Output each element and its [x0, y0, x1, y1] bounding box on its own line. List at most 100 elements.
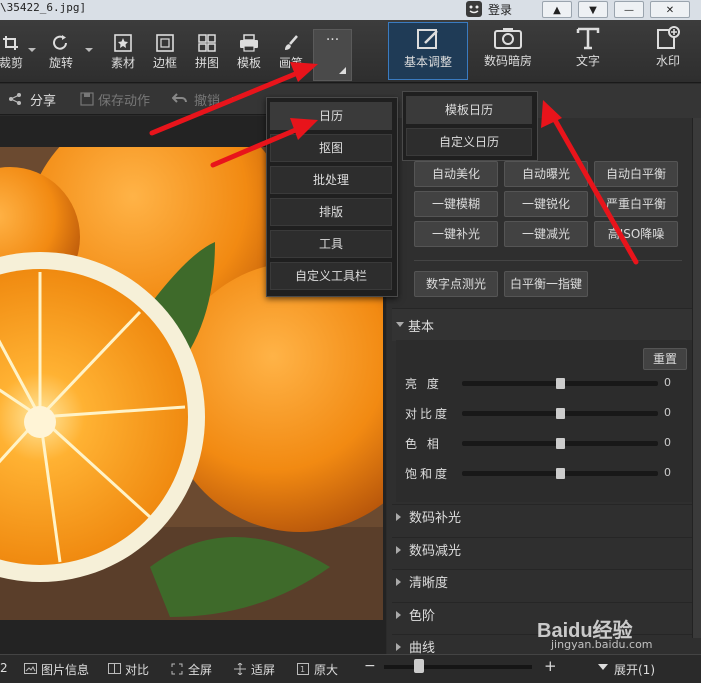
brush-button[interactable]: 画笔 — [272, 20, 310, 78]
image-info-button[interactable]: 图片信息 — [41, 661, 89, 678]
fit-screen-button[interactable]: 适屏 — [251, 661, 275, 678]
menu-item-calendar[interactable]: 日历 — [270, 102, 392, 130]
more-tools-button[interactable]: ··· — [313, 29, 352, 81]
submenu-item-custom-calendar[interactable]: 自定义日历 — [406, 128, 532, 156]
fullscreen-button[interactable]: 全屏 — [188, 661, 212, 678]
high-iso-denoise-button[interactable]: 高ISO降噪 — [594, 221, 678, 247]
share-button[interactable]: 分享 — [30, 90, 56, 109]
tab-digital-darkroom[interactable]: 数码暗房 — [468, 22, 548, 80]
template-button[interactable]: 模板 — [230, 20, 268, 78]
save-action-icon — [80, 92, 94, 109]
collapsed-arrow-icon — [396, 578, 401, 586]
reset-button[interactable]: 重置 — [643, 348, 687, 370]
submenu-item-template-calendar[interactable]: 模板日历 — [406, 96, 532, 124]
fullscreen-icon — [171, 663, 183, 678]
expand-icon — [598, 664, 608, 670]
slider-label-saturation: 饱和度 — [405, 467, 451, 481]
compare-icon — [108, 663, 121, 677]
auto-exposure-button[interactable]: 自动曝光 — [504, 161, 588, 187]
saturation-slider-track[interactable] — [462, 468, 658, 479]
panel-scrollbar[interactable] — [692, 118, 701, 638]
hue-slider-thumb[interactable] — [556, 438, 565, 449]
user-avatar-icon[interactable] — [466, 1, 482, 17]
contrast-slider-track[interactable] — [462, 408, 658, 419]
menu-button[interactable]: ▼ — [578, 1, 608, 18]
tab-basic-adjust[interactable]: 基本调整 — [388, 22, 468, 80]
rotate-button[interactable]: 旋转 — [42, 20, 80, 78]
collapsed-arrow-icon — [396, 546, 401, 554]
section-clarity[interactable]: 清晰度 — [392, 569, 692, 598]
brightness-value: 0 — [664, 376, 671, 389]
skin-button[interactable]: ▲ — [542, 1, 572, 18]
crop-dropdown-icon[interactable] — [28, 48, 36, 52]
zoom-slider-thumb[interactable] — [414, 659, 424, 673]
material-button[interactable]: 素材 — [104, 20, 142, 78]
basic-section-title: 基本 — [408, 320, 435, 335]
crop-button[interactable]: 裁剪 — [0, 20, 30, 78]
collapsed-arrow-icon — [396, 643, 401, 651]
compare-button[interactable]: 对比 — [125, 661, 149, 678]
tab-text[interactable]: 文字 — [548, 22, 628, 80]
menu-item-cutout[interactable]: 抠图 — [270, 134, 392, 162]
menu-item-batch[interactable]: 批处理 — [270, 166, 392, 194]
contrast-slider-thumb[interactable] — [556, 408, 565, 419]
tab-watermark-label: 水印 — [655, 54, 680, 68]
rotate-label: 旋转 — [48, 56, 73, 70]
undo-icon — [171, 91, 188, 108]
tab-watermark[interactable]: 水印 — [628, 22, 701, 80]
border-button[interactable]: 边框 — [146, 20, 184, 78]
original-size-icon: 1 — [297, 663, 309, 678]
tab-basic-label: 基本调整 — [403, 55, 452, 69]
collage-button[interactable]: 拼图 — [188, 20, 226, 78]
saturation-slider-thumb[interactable] — [556, 468, 565, 479]
digital-metering-button[interactable]: 数字点测光 — [414, 271, 498, 297]
zoom-slider-track[interactable] — [384, 665, 532, 669]
contrast-value: 0 — [664, 406, 671, 419]
brightness-slider-track[interactable] — [462, 378, 658, 389]
hue-value: 0 — [664, 436, 671, 449]
fit-screen-icon — [234, 662, 246, 678]
menu-item-layout[interactable]: 排版 — [270, 198, 392, 226]
one-click-sharpen-button[interactable]: 一键锐化 — [504, 191, 588, 217]
section-fill-light[interactable]: 数码补光 — [392, 504, 692, 533]
baidu-watermark-url: jingyan.baidu.com — [551, 638, 653, 651]
status-bar — [0, 654, 701, 683]
undo-button[interactable]: 撤销 — [194, 90, 220, 109]
menu-item-tools[interactable]: 工具 — [270, 230, 392, 258]
original-size-button[interactable]: 原大 — [314, 661, 338, 678]
white-balance-pick-button[interactable]: 白平衡一指键 — [504, 271, 588, 297]
auto-white-balance-button[interactable]: 自动白平衡 — [594, 161, 678, 187]
minimize-button[interactable]: — — [614, 1, 644, 18]
auto-beautify-button[interactable]: 自动美化 — [414, 161, 498, 187]
expand-button[interactable]: 展开(1) — [614, 661, 655, 678]
zoom-out-icon[interactable]: − — [364, 658, 376, 674]
hue-slider-track[interactable] — [462, 438, 658, 449]
severe-white-balance-button[interactable]: 严重白平衡 — [594, 191, 678, 217]
tab-darkroom-label: 数码暗房 — [483, 54, 532, 68]
expand-corner-icon — [339, 67, 346, 74]
border-label: 边框 — [152, 56, 177, 70]
slider-label-contrast: 对比度 — [405, 407, 451, 421]
one-click-reduce-light-button[interactable]: 一键减光 — [504, 221, 588, 247]
collage-label: 拼图 — [194, 56, 219, 70]
page-number: 2 — [0, 661, 8, 675]
one-click-fill-light-button[interactable]: 一键补光 — [414, 221, 498, 247]
menu-item-custom-toolbar[interactable]: 自定义工具栏 — [270, 262, 392, 290]
save-action-button[interactable]: 保存动作 — [98, 90, 150, 109]
login-link[interactable]: 登录 — [488, 1, 512, 18]
svg-text:1: 1 — [300, 665, 305, 674]
brightness-slider-thumb[interactable] — [556, 378, 565, 389]
basic-section-header[interactable] — [392, 308, 692, 341]
section-reduce-light[interactable]: 数码减光 — [392, 537, 692, 566]
section-title: 色阶 — [409, 609, 436, 624]
saturation-value: 0 — [664, 466, 671, 479]
crop-label: 裁剪 — [0, 56, 23, 70]
slider-label-hue: 色 相 — [405, 437, 442, 451]
rotate-dropdown-icon[interactable] — [85, 48, 93, 52]
zoom-in-icon[interactable]: + — [544, 657, 557, 675]
section-title: 清晰度 — [409, 576, 449, 591]
section-title: 数码补光 — [409, 511, 462, 526]
undo-dropdown-icon[interactable] — [232, 97, 240, 101]
close-button[interactable]: ✕ — [650, 1, 690, 18]
one-click-blur-button[interactable]: 一键模糊 — [414, 191, 498, 217]
